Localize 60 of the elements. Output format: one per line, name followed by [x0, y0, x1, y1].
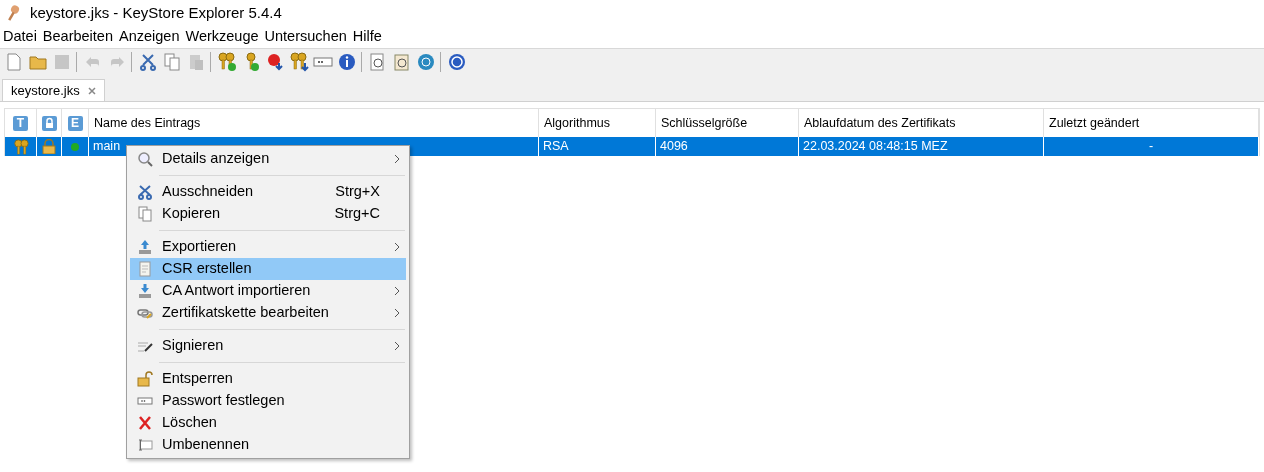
- tab[interactable]: keystore.jks: [2, 79, 105, 101]
- seal-import-icon[interactable]: [265, 51, 285, 72]
- menu-item[interactable]: Bearbeiten: [39, 26, 116, 48]
- menu-item[interactable]: Zertifikatskette bearbeiten: [130, 302, 406, 324]
- info-icon[interactable]: [337, 51, 357, 72]
- scissors-icon: [137, 184, 153, 200]
- download-icon: [137, 283, 153, 299]
- copy-icon[interactable]: [162, 51, 182, 72]
- menu-item[interactable]: Kopieren Strg+C: [130, 203, 406, 225]
- menu-item-label: Passwort festlegen: [162, 391, 286, 411]
- unlocked-padlock-icon: [137, 371, 153, 387]
- cut-icon[interactable]: [138, 51, 158, 72]
- close-icon[interactable]: [87, 86, 96, 95]
- column-header[interactable]: Ablaufdatum des Zertifikats: [799, 113, 961, 133]
- key-pair-plus-icon[interactable]: [217, 51, 237, 72]
- column-header[interactable]: Zuletzt geändert: [1044, 113, 1145, 133]
- window-title: keystore.jks - KeyStore Explorer 5.4.4: [30, 2, 282, 23]
- menu-item-label: Ausschneiden: [162, 182, 255, 202]
- menu-item-label: Umbenennen: [162, 435, 251, 455]
- table-cell-text: 22.03.2024 08:48:15 MEZ: [803, 138, 948, 156]
- shortcut-label: Strg+X: [335, 182, 380, 202]
- menu-item-label: CA Antwort importieren: [162, 281, 312, 301]
- menu-item[interactable]: Ausschneiden Strg+X: [130, 181, 406, 203]
- magnifier-icon: [137, 151, 153, 167]
- rename-icon: [137, 437, 153, 453]
- menu-item[interactable]: Anzeigen: [116, 26, 183, 48]
- column-header[interactable]: Algorithmus: [539, 113, 615, 133]
- menu-item-label: CSR erstellen: [162, 259, 253, 279]
- column-header[interactable]: Schlüsselgröße: [656, 113, 753, 133]
- new-file-icon[interactable]: [4, 51, 24, 72]
- document-icon: [137, 261, 153, 277]
- delete-icon: [137, 415, 153, 431]
- menu-item[interactable]: Hilfe: [349, 26, 385, 48]
- table-cell-text: 4096: [660, 138, 688, 156]
- menu-item-label: Kopieren: [162, 204, 222, 224]
- copy-icon: [137, 206, 153, 222]
- table-cell-text: RSA: [543, 138, 569, 156]
- table-cell-text: -: [1148, 138, 1154, 156]
- menu-item[interactable]: Umbenennen: [130, 434, 406, 456]
- menu-item[interactable]: Untersuchen: [261, 26, 350, 48]
- menu-item[interactable]: CA Antwort importieren: [130, 280, 406, 302]
- menu-item-label: Signieren: [162, 336, 225, 356]
- table-cell-text: main: [93, 138, 121, 156]
- menu-item-label: Zertifikatskette bearbeiten: [162, 303, 330, 323]
- menu-item[interactable]: Passwort festlegen: [130, 390, 406, 412]
- menu-item[interactable]: Löschen: [130, 412, 406, 434]
- menu-item[interactable]: Signieren: [130, 335, 406, 357]
- lock-icon[interactable]: [41, 115, 57, 131]
- menu-item[interactable]: CSR erstellen: [130, 258, 406, 280]
- menu-item[interactable]: Entsperren: [130, 368, 406, 390]
- shortcut-label: Strg+C: [334, 204, 380, 224]
- menu-item-label: Entsperren: [162, 369, 234, 389]
- column-header[interactable]: Name des Eintrags: [89, 113, 206, 133]
- menu-item[interactable]: Werkzeuge: [182, 26, 262, 48]
- upload-icon: [137, 239, 153, 255]
- menu-item[interactable]: Datei: [0, 26, 40, 48]
- key-pair-import-icon[interactable]: [289, 51, 309, 72]
- menu-item-label: Löschen: [162, 413, 218, 433]
- menu-item-label: Exportieren: [162, 237, 238, 257]
- menu-item[interactable]: Exportieren: [130, 236, 406, 258]
